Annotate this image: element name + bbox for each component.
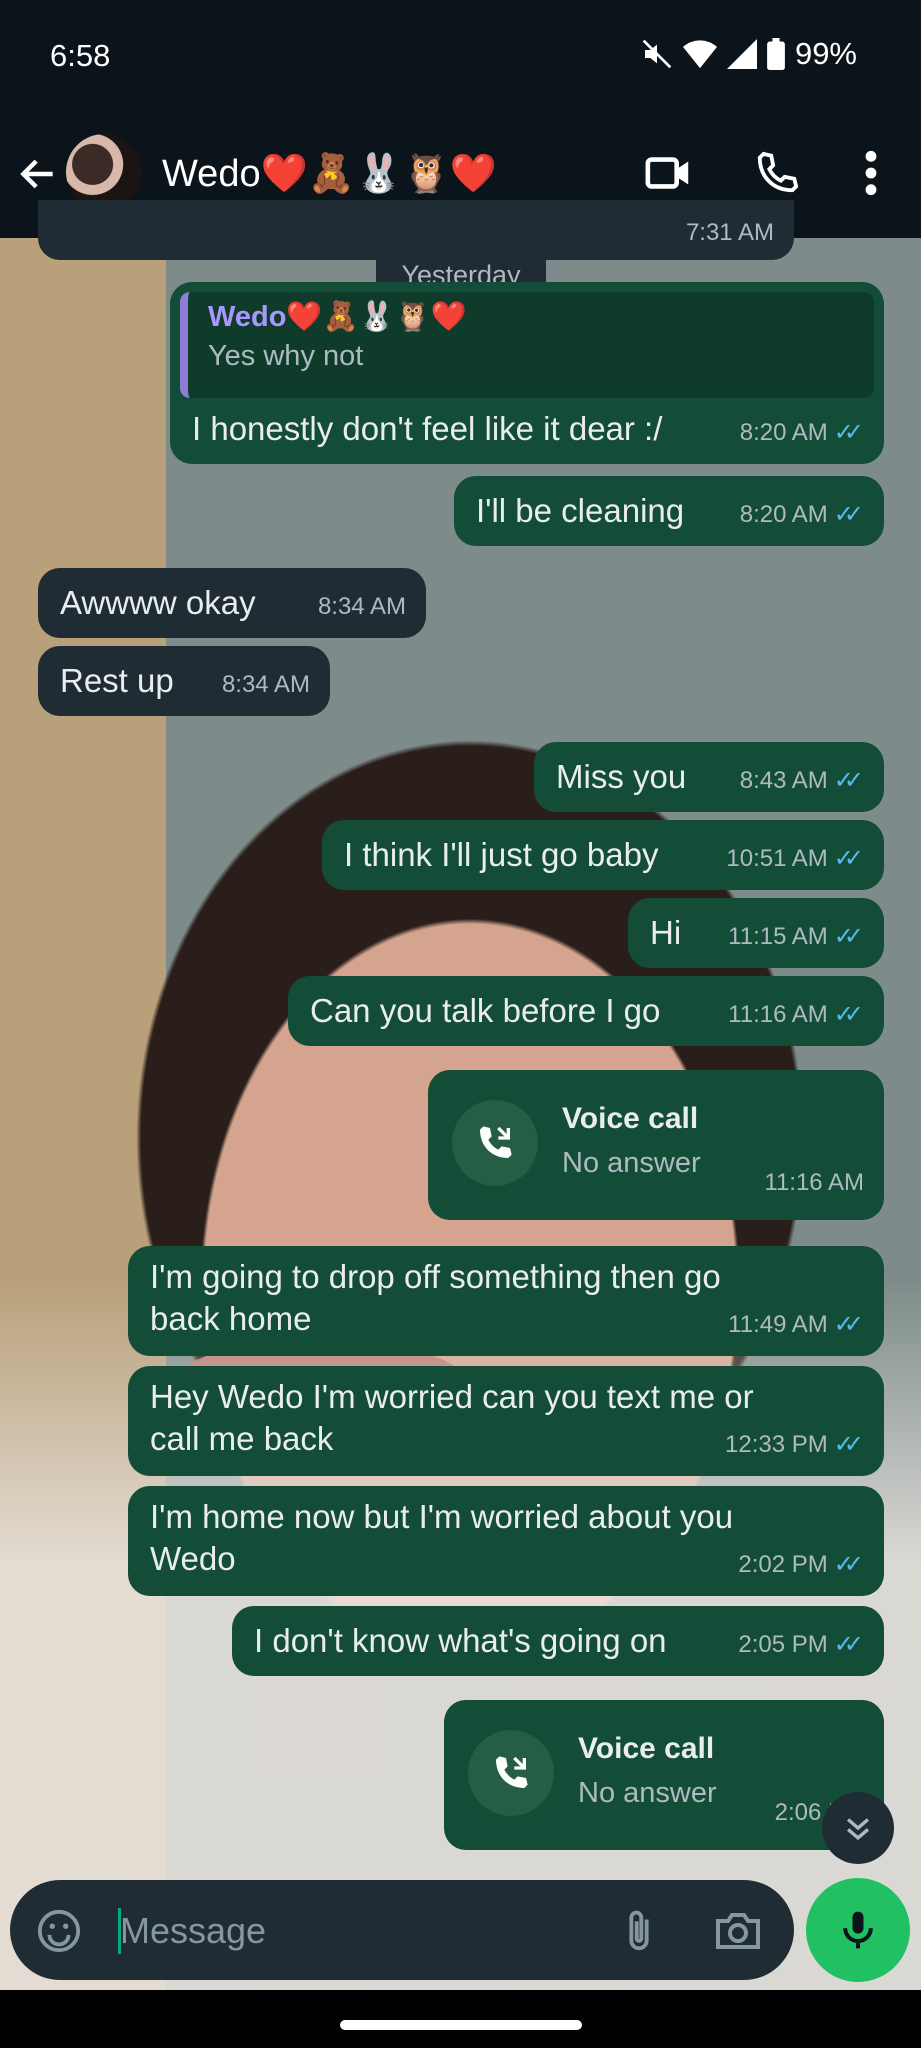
message-time: 8:20 AM <box>739 501 828 528</box>
read-tick-icon: ✓✓ <box>833 1311 864 1338</box>
message-bubble[interactable]: I'm going to drop off something then go … <box>128 1246 884 1356</box>
quote-author: Wedo❤️🧸🐰🦉❤️ <box>208 301 467 333</box>
message-bubble[interactable]: Hi 11:15 AM ✓✓ <box>628 898 884 968</box>
message-time: 8:34 AM <box>317 593 406 620</box>
message-bubble[interactable]: Rest up 8:34 AM <box>38 646 330 716</box>
read-tick-icon: ✓✓ <box>833 1551 864 1578</box>
voice-call-bubble[interactable]: Voice call No answer 2:06 PM <box>444 1700 884 1850</box>
signal-icon <box>726 39 757 69</box>
back-arrow-icon[interactable] <box>16 152 60 196</box>
call-back-icon[interactable] <box>468 1730 554 1816</box>
status-time: 6:58 <box>50 38 111 73</box>
message-text: I'm home now but I'm worried about you W… <box>150 1498 734 1577</box>
message-bubble[interactable]: I don't know what's going on 2:05 PM ✓✓ <box>232 1606 884 1676</box>
call-back-icon[interactable] <box>452 1100 538 1186</box>
message-time: 10:51 AM <box>726 845 828 872</box>
mute-icon <box>642 39 672 69</box>
mic-button[interactable] <box>806 1878 910 1982</box>
more-icon[interactable] <box>858 148 884 198</box>
attach-icon[interactable] <box>620 1908 658 1954</box>
message-time: 11:16 AM <box>728 1001 828 1028</box>
message-time: 8:20 AM <box>739 419 828 446</box>
message-time: 11:49 AM <box>728 1311 828 1338</box>
system-nav-bar <box>0 1990 921 2048</box>
phone-icon[interactable] <box>754 148 800 198</box>
read-tick-icon: ✓✓ <box>833 767 864 794</box>
message-text: Awwww okay <box>60 584 256 621</box>
message-time: 8:43 AM <box>739 767 828 794</box>
message-text: I honestly don't feel like it dear :/ <box>192 410 663 447</box>
message-time: 11:15 AM <box>728 923 828 950</box>
message-text: I'll be cleaning <box>476 492 685 529</box>
avatar[interactable] <box>66 134 142 210</box>
message-bubble[interactable]: I'm home now but I'm worried about you W… <box>128 1486 884 1596</box>
read-tick-icon: ✓✓ <box>833 1001 864 1028</box>
call-title: Voice call <box>578 1732 715 1765</box>
read-tick-icon: ✓✓ <box>833 501 864 528</box>
read-tick-icon: ✓✓ <box>833 845 864 872</box>
message-bubble[interactable]: I think I'll just go baby 10:51 AM ✓✓ <box>322 820 884 890</box>
call-status: No answer <box>578 1777 717 1809</box>
quote-text: Yes why not <box>208 340 364 372</box>
status-icons: 99% <box>641 36 857 72</box>
message-bubble[interactable]: I'll be cleaning 8:20 AM ✓✓ <box>454 476 884 546</box>
read-tick-icon: ✓✓ <box>833 1631 864 1658</box>
message-bubble[interactable]: Can you talk before I go 11:16 AM ✓✓ <box>288 976 884 1046</box>
message-text: I don't know what's going on <box>254 1622 667 1659</box>
emoji-icon[interactable] <box>36 1908 82 1954</box>
home-handle[interactable] <box>340 2020 582 2030</box>
composer-bar: Message <box>0 1872 921 1982</box>
battery-icon <box>767 38 785 70</box>
call-status: No answer <box>562 1147 701 1179</box>
message-placeholder: Message <box>120 1910 267 1951</box>
message-text: I think I'll just go baby <box>344 836 659 873</box>
message-time: 2:05 PM <box>738 1631 828 1658</box>
status-bar: 6:58 99% <box>0 0 921 112</box>
message-text: Can you talk before I go <box>310 992 661 1029</box>
contact-name[interactable]: Wedo❤️🧸🐰🦉❤️ <box>162 152 497 196</box>
read-tick-icon: ✓✓ <box>833 419 864 446</box>
read-tick-icon: ✓✓ <box>833 923 864 950</box>
message-time: 12:33 PM <box>725 1431 828 1458</box>
message-input[interactable]: Message <box>10 1880 794 1980</box>
wifi-icon <box>682 40 717 69</box>
message-text: Miss you <box>556 758 687 795</box>
quoted-message[interactable]: Wedo❤️🧸🐰🦉❤️ Yes why not <box>180 292 874 398</box>
voice-call-bubble[interactable]: Voice call No answer 11:16 AM <box>428 1070 884 1220</box>
mic-icon <box>843 1911 873 1949</box>
message-time: 8:34 AM <box>221 671 310 698</box>
message-bubble[interactable]: Hey Wedo I'm worried can you text me or … <box>128 1366 884 1476</box>
scroll-down-icon <box>846 1818 870 1841</box>
message-time: 2:02 PM <box>738 1551 828 1578</box>
battery-level: 99% <box>794 36 857 71</box>
message-time: 11:16 AM <box>764 1169 864 1196</box>
video-call-icon[interactable] <box>644 148 694 198</box>
message-bubble[interactable]: Awwww okay 8:34 AM <box>38 568 426 638</box>
scroll-down-button[interactable] <box>822 1792 894 1864</box>
message-bubble[interactable]: Miss you 8:43 AM ✓✓ <box>534 742 884 812</box>
call-title: Voice call <box>562 1102 699 1135</box>
message-text: Hey Wedo I'm worried can you text me or … <box>150 1378 754 1457</box>
message-text: Rest up <box>60 662 174 699</box>
read-tick-icon: ✓✓ <box>833 1431 864 1458</box>
message-text: Hi <box>650 914 682 951</box>
camera-icon[interactable] <box>714 1908 762 1954</box>
message-time: 7:31 AM <box>685 219 774 246</box>
message-text: I'm going to drop off something then go … <box>150 1258 721 1337</box>
